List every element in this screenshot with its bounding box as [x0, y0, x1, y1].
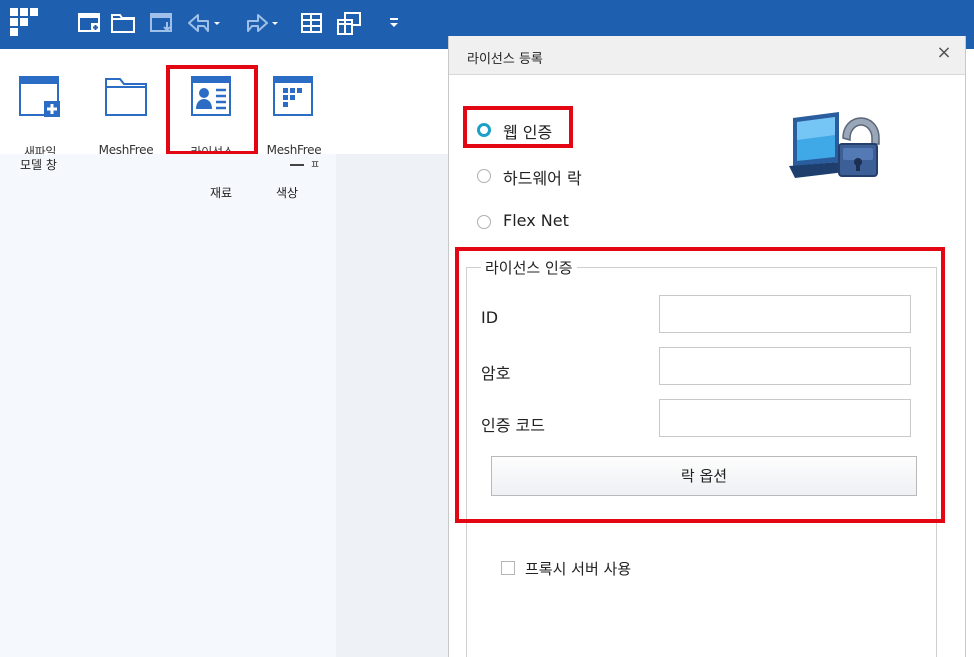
radio-unselected-icon[interactable] [477, 215, 491, 229]
close-icon[interactable]: × [933, 42, 955, 64]
new-file-button[interactable]: 새파일 [6, 63, 74, 159]
license-auth-highlight [455, 247, 945, 523]
license-dialog: 라이선스 등록 × 웹 인증 하드웨어 락 Flex Net 라이선스 인증 I… [448, 36, 966, 657]
model-pane-title: 모델 창 [20, 158, 57, 172]
meshfree-open-button[interactable]: MeshFree [92, 63, 160, 157]
radio-hardware-lock-label: 하드웨어 락 [503, 169, 582, 188]
app-grid-icon[interactable] [10, 8, 40, 40]
table-grid-icon[interactable] [300, 12, 324, 34]
meshfree-app-button[interactable]: MeshFree [260, 63, 328, 157]
windows-cascade-icon[interactable] [336, 12, 362, 36]
column-header-material[interactable]: 재료 [210, 184, 232, 201]
dialog-titlebar: 라이선스 등록 × [449, 36, 965, 75]
web-auth-highlight [463, 106, 573, 148]
meshfree-app-icon [273, 76, 313, 116]
radio-unselected-icon[interactable] [477, 169, 491, 183]
workspace-area [336, 154, 448, 657]
new-file-icon [19, 76, 60, 117]
pin-icon[interactable]: ㅍ [310, 158, 320, 171]
column-header-color[interactable]: 색상 [276, 184, 298, 201]
proxy-checkbox[interactable] [501, 561, 515, 575]
undo-icon[interactable] [186, 12, 222, 34]
redo-icon[interactable] [244, 12, 280, 34]
dialog-title: 라이선스 등록 [467, 52, 543, 67]
new-window-icon[interactable] [78, 12, 102, 34]
radio-flex-net-label: Flex Net [503, 211, 569, 230]
customize-dropdown-icon[interactable] [388, 16, 400, 30]
pane-pin-controls[interactable]: ㅍ [290, 156, 320, 172]
license-button-highlight [166, 65, 258, 155]
proxy-checkbox-label: 프록시 서버 사용 [525, 560, 632, 578]
folder-icon [105, 78, 147, 116]
import-icon[interactable] [150, 12, 174, 34]
open-folder-icon[interactable] [111, 12, 135, 34]
monitor-lock-icon [789, 112, 880, 178]
model-pane: 모델 창 ㅍ 재료 색상 [0, 154, 336, 657]
model-pane-header: 모델 창 ㅍ [0, 154, 336, 176]
